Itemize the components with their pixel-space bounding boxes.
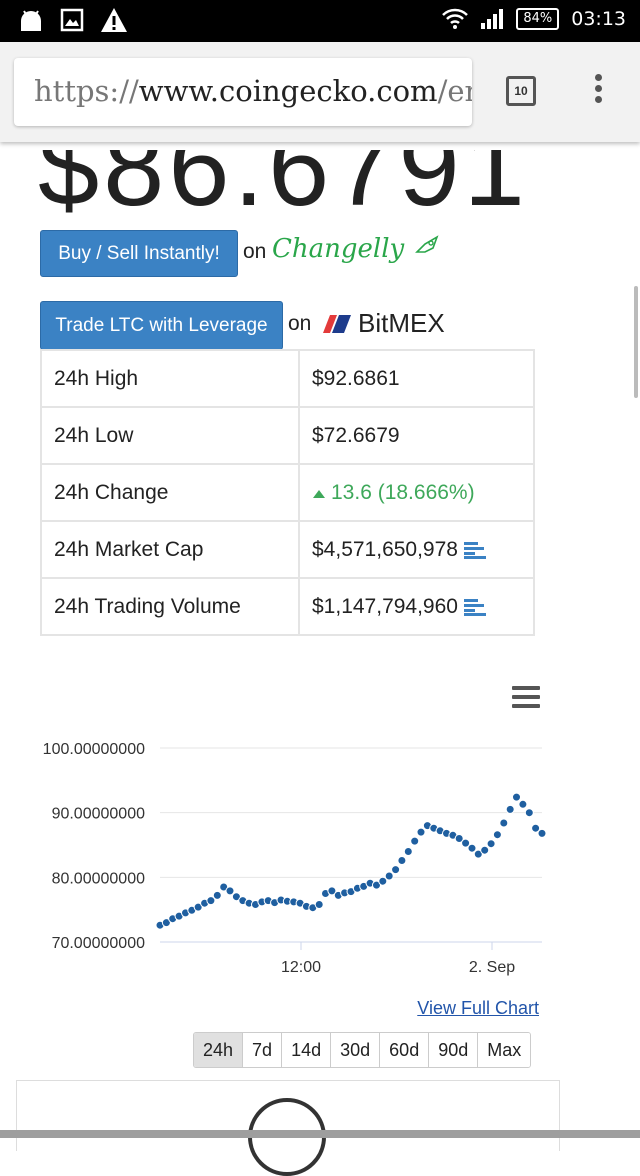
page-bottom-edge — [0, 1130, 640, 1138]
chart-point — [314, 900, 324, 909]
chart-point — [391, 865, 401, 875]
chart-menu-icon[interactable] — [512, 686, 540, 713]
image-icon — [60, 8, 84, 32]
stat-value: $1,147,794,960 — [312, 594, 458, 618]
price-chart: 100.00000000 90.00000000 80.00000000 70.000… — [43, 741, 547, 976]
bar-chart-icon[interactable] — [463, 541, 486, 559]
x-tick-label: 12:00 — [281, 959, 321, 976]
y-tick-label: 90.00000000 — [52, 806, 146, 823]
signal-icon — [481, 9, 504, 29]
chart-point — [480, 845, 490, 855]
range-7d-button[interactable]: 7d — [243, 1033, 283, 1067]
chart-point — [403, 847, 413, 856]
table-row: 24h Market Cap $4,571,650,978 — [40, 520, 535, 579]
table-row: 24h Trading Volume $1,147,794,960 — [40, 577, 535, 636]
stat-label: 24h Low — [40, 406, 300, 465]
range-24h-button[interactable]: 24h — [194, 1033, 244, 1067]
chart-point — [416, 827, 426, 837]
tab-switcher-button[interactable]: 10 — [506, 76, 536, 106]
y-tick-label: 100.00000000 — [43, 741, 145, 758]
up-triangle-icon — [313, 489, 325, 498]
changelly-wordmark: Changelly — [272, 234, 405, 264]
chart-point — [486, 839, 496, 849]
chart-point — [212, 890, 222, 900]
range-90d-button[interactable]: 90d — [429, 1033, 479, 1067]
url-field[interactable]: https://www.coingecko.com/en — [14, 58, 472, 126]
status-bar: 84% 03:13 — [0, 0, 640, 42]
chart-point — [384, 871, 394, 881]
stat-value: $4,571,650,978 — [312, 537, 458, 561]
view-full-chart-link[interactable]: View Full Chart — [417, 998, 539, 1019]
stat-label: 24h Trading Volume — [40, 577, 300, 636]
stat-label: 24h Change — [40, 463, 300, 522]
tab-count: 10 — [514, 84, 528, 98]
table-row: 24h Change 13.6 (18.666%) — [40, 463, 535, 522]
chart-point — [467, 843, 477, 853]
chart-point — [518, 799, 528, 809]
overflow-menu-icon[interactable] — [592, 74, 604, 110]
battery-indicator: 84% — [516, 8, 560, 30]
chart-point — [397, 856, 407, 865]
rocket-icon — [414, 235, 439, 253]
stats-table: 24h High $92.6861 24h Low $72.6679 24h C… — [40, 349, 535, 636]
wifi-icon — [442, 8, 469, 29]
chart-point — [499, 818, 509, 828]
chart-point — [524, 808, 534, 818]
on-label: on — [243, 240, 267, 263]
chart-point — [505, 804, 515, 814]
table-row: 24h High $92.6861 — [40, 349, 535, 408]
stat-value: $92.6861 — [298, 349, 535, 408]
y-tick-label: 70.00000000 — [52, 935, 146, 952]
stat-label: 24h Market Cap — [40, 520, 300, 579]
android-icon — [21, 10, 41, 31]
buy-sell-label: Buy / Sell Instantly! — [58, 243, 220, 264]
stat-value: 13.6 (18.666%) — [331, 480, 475, 504]
range-60d-button[interactable]: 60d — [380, 1033, 430, 1067]
bitmex-logo[interactable]: BitMEX — [322, 308, 445, 339]
stat-label: 24h High — [40, 349, 300, 408]
bar-chart-icon[interactable] — [463, 598, 486, 616]
clock: 03:13 — [571, 8, 626, 30]
trade-leverage-label: Trade LTC with Leverage — [55, 315, 268, 336]
chart-point — [512, 792, 521, 802]
url-host: www.coingecko.com — [138, 74, 438, 108]
stat-value: $72.6679 — [298, 406, 535, 465]
chart-point — [537, 828, 547, 838]
range-max-button[interactable]: Max — [478, 1033, 531, 1067]
range-selector: 24h 7d 14d 30d 60d 90d Max — [193, 1032, 532, 1068]
chart-point — [410, 836, 420, 846]
on-label-2: on — [288, 312, 312, 335]
range-14d-button[interactable]: 14d — [282, 1033, 332, 1067]
browser-toolbar: https://www.coingecko.com/en 10 — [0, 42, 640, 142]
warning-icon — [101, 8, 127, 32]
trade-leverage-button[interactable]: Trade LTC with Leverage — [40, 301, 283, 350]
chart-point — [225, 886, 235, 896]
url-scheme: https:// — [34, 74, 139, 108]
scrollbar[interactable] — [634, 286, 638, 398]
x-tick-label: 2. Sep — [469, 959, 515, 976]
buy-sell-button[interactable]: Buy / Sell Instantly! — [40, 230, 238, 277]
range-30d-button[interactable]: 30d — [331, 1033, 381, 1067]
bitmex-mark-icon — [323, 314, 351, 333]
chart-point — [492, 830, 502, 840]
table-row: 24h Low $72.6679 — [40, 406, 535, 465]
bitmex-wordmark: BitMEX — [358, 308, 445, 338]
changelly-logo[interactable]: Changelly — [272, 234, 443, 264]
y-tick-label: 80.00000000 — [52, 870, 146, 887]
url-path: /en — [437, 74, 472, 108]
